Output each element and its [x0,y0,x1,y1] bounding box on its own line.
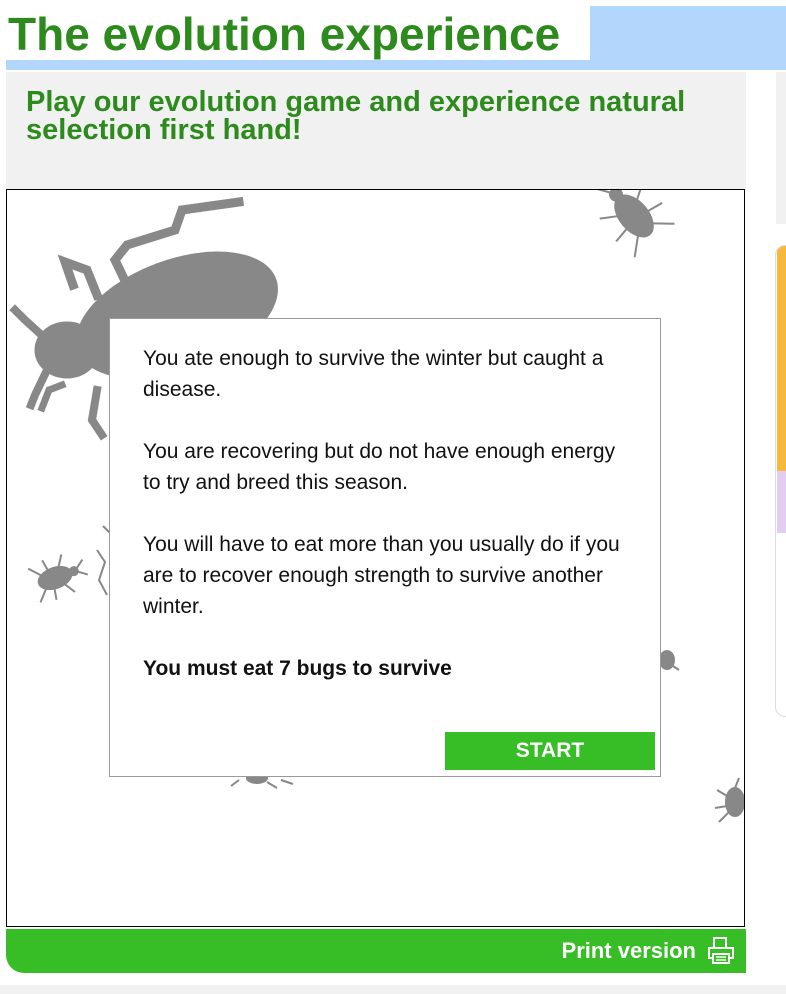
bug-icon [27,554,89,603]
bug-icon [714,777,744,823]
side-card-orange-block [777,246,786,471]
page: The evolution experience Play our evolut… [0,0,786,994]
side-card-purple-block [777,471,786,533]
side-panel [776,72,786,224]
footer-bar: Print version [6,929,746,973]
dialog-text: You ate enough to survive the winter but… [143,343,623,715]
page-subtitle: Play our evolution game and experience n… [26,86,686,146]
print-version-link[interactable]: Print version [562,929,736,973]
dialog-goal: You must eat 7 bugs to survive [143,657,452,680]
printer-icon [708,937,734,964]
dialog-paragraph: You will have to eat more than you usual… [143,533,620,618]
game-area[interactable]: You ate enough to survive the winter but… [6,189,745,927]
bug-icon [594,190,675,258]
print-version-label: Print version [561,938,696,963]
bottom-strip [0,985,786,994]
page-title: The evolution experience [8,8,561,60]
message-dialog: You ate enough to survive the winter but… [109,318,661,777]
dialog-paragraph: You ate enough to survive the winter but… [143,347,604,401]
subtitle-panel: Play our evolution game and experience n… [6,72,746,190]
start-button[interactable]: START [445,732,655,770]
dialog-paragraph: You are recovering but do not have enoug… [143,440,616,494]
side-card[interactable] [775,245,786,717]
